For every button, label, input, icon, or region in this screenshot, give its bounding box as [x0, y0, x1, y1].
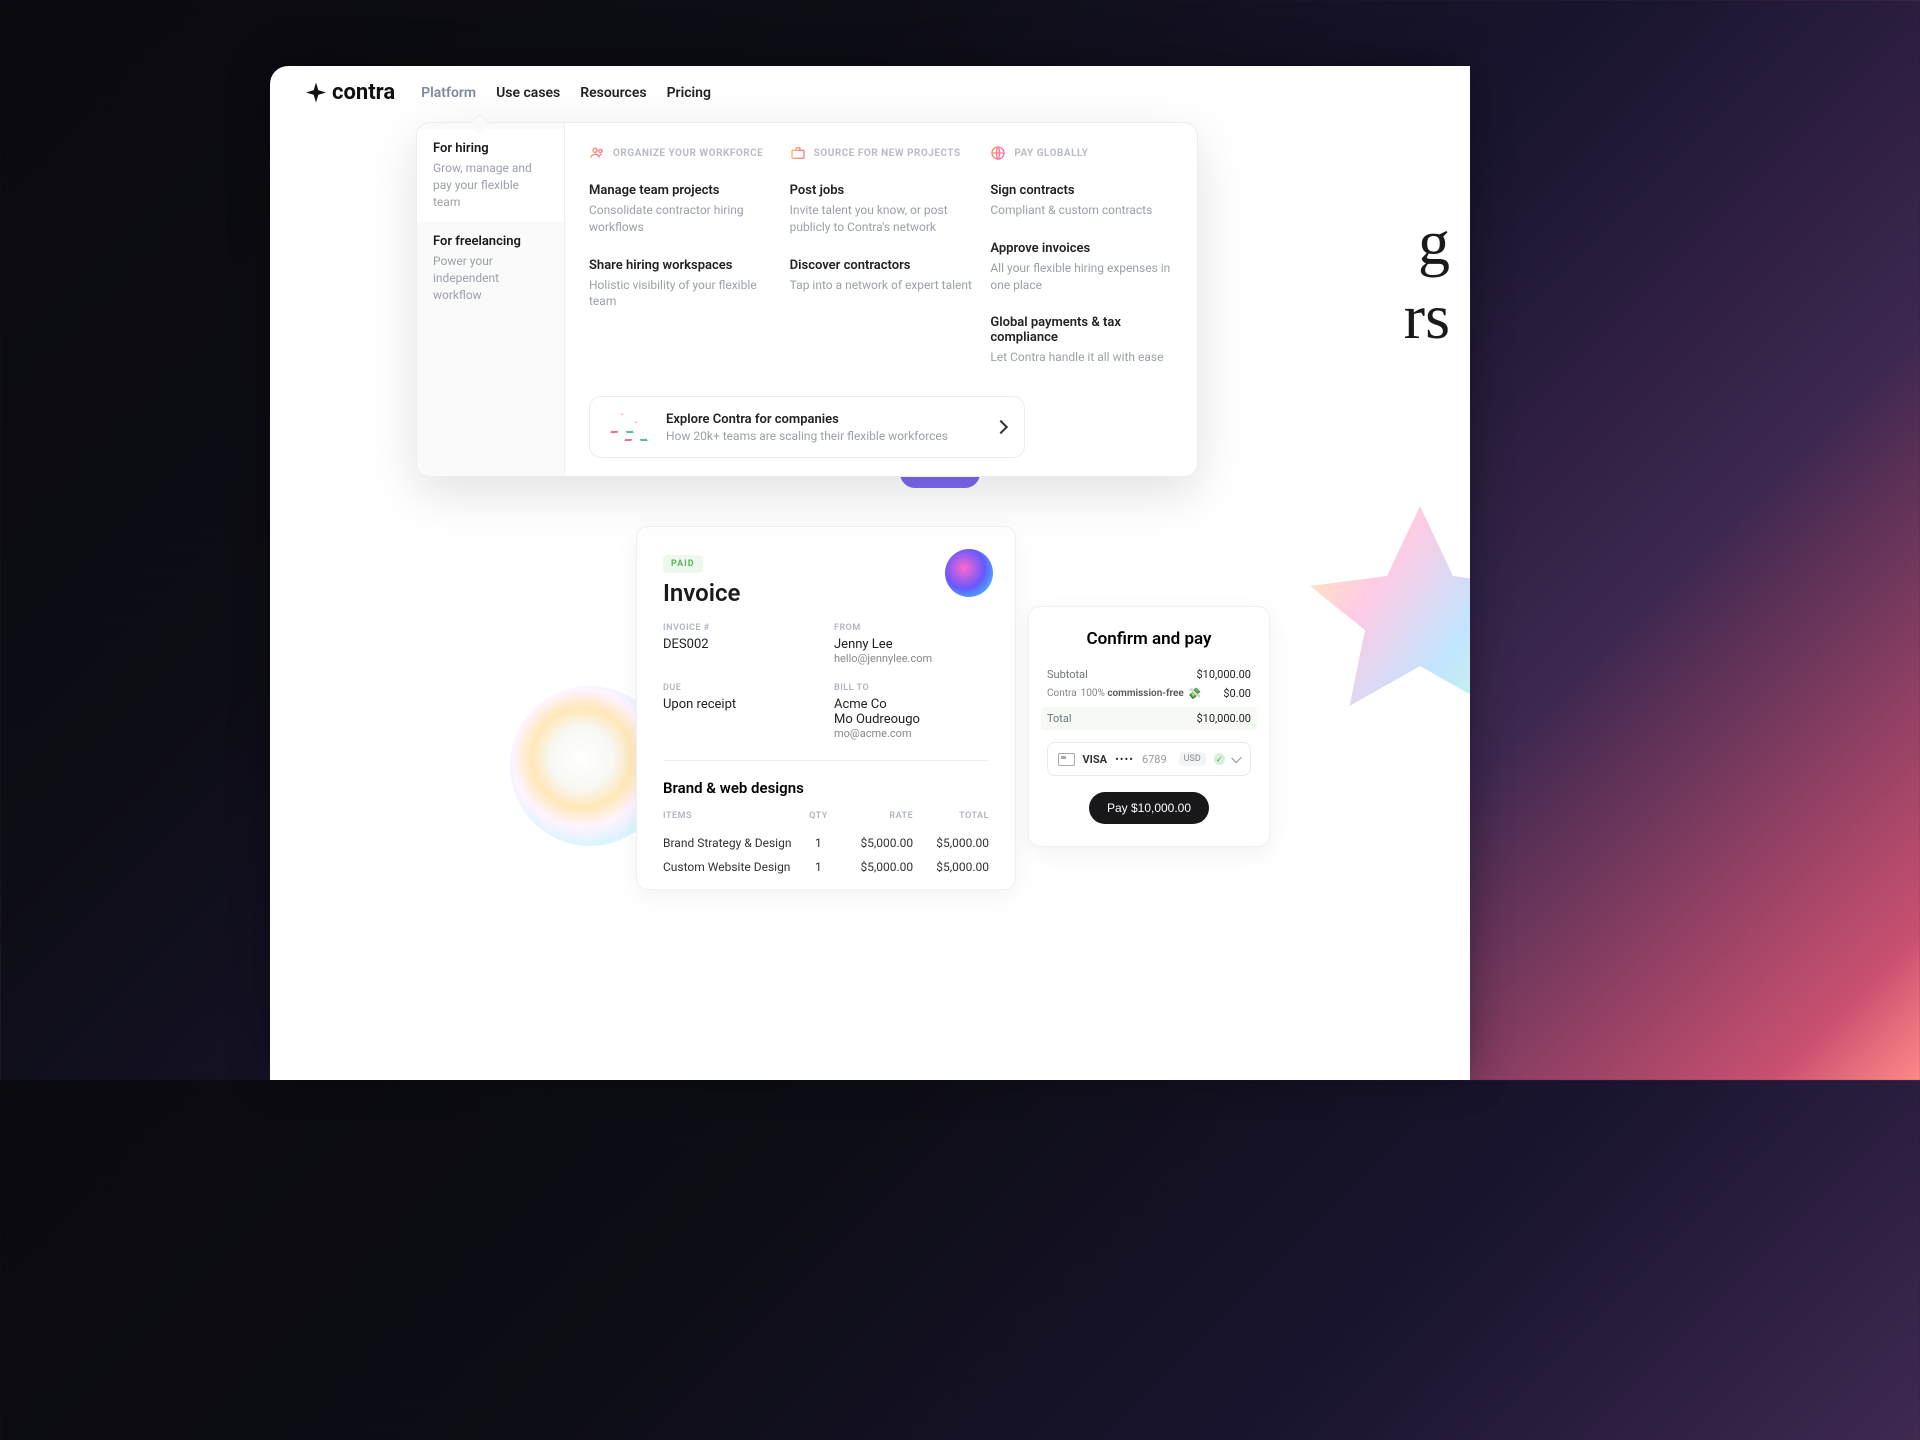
- megamenu-tab-freelancing[interactable]: For freelancing Power your independent w…: [417, 222, 564, 315]
- invoice-due-label: DUE: [663, 683, 818, 693]
- status-badge: PAID: [663, 555, 703, 573]
- card-brand: VISA: [1083, 753, 1108, 766]
- credit-card-icon: [1058, 753, 1075, 766]
- megamenu-link-discover-contractors[interactable]: Discover contractors Tap into a network …: [790, 258, 973, 294]
- megamenu-tab-title: For hiring: [433, 141, 548, 156]
- megamenu-footer-explore[interactable]: Explore Contra for companies How 20k+ te…: [589, 396, 1025, 458]
- subtotal-value: $10,000.00: [1196, 668, 1251, 681]
- invoice-from-name: Jenny Lee: [834, 637, 989, 652]
- megamenu-link-share-workspaces[interactable]: Share hiring workspaces Holistic visibil…: [589, 258, 772, 311]
- nav-resources[interactable]: Resources: [580, 85, 646, 101]
- megamenu-link-sign-contracts[interactable]: Sign contracts Compliant & custom contra…: [990, 183, 1173, 219]
- megamenu-link-global-payments[interactable]: Global payments & tax compliance Let Con…: [990, 315, 1173, 366]
- logo[interactable]: contra: [306, 80, 395, 105]
- invoice-card: PAID Invoice INVOICE # DES002 FROM Jenny…: [636, 526, 1016, 890]
- briefcase-icon: [790, 145, 806, 161]
- megamenu-col-header: SOURCE FOR NEW PROJECTS: [814, 148, 961, 159]
- divider: [663, 760, 989, 761]
- logo-text: contra: [332, 80, 395, 105]
- invoice-billto-label: BILL TO: [834, 683, 989, 693]
- team-icon: [589, 145, 605, 161]
- invoice-number: DES002: [663, 637, 818, 652]
- invoice-billto-company: Acme Co: [834, 697, 989, 712]
- invoice-title: Invoice: [663, 579, 989, 607]
- decoration-star: [1310, 506, 1470, 706]
- megamenu-tab-hiring[interactable]: For hiring Grow, manage and pay your fle…: [417, 129, 564, 222]
- invoice-table-header: ITEMS QTY RATE TOTAL: [663, 811, 989, 821]
- globe-icon: [990, 145, 1006, 161]
- megamenu-col-header: ORGANIZE YOUR WORKFORCE: [613, 148, 763, 159]
- megamenu-tab-subtitle: Power your independent workflow: [433, 253, 548, 303]
- invoice-from-label: FROM: [834, 623, 989, 633]
- megamenu-sidebar: For hiring Grow, manage and pay your fle…: [417, 123, 565, 476]
- invoice-number-label: INVOICE #: [663, 623, 818, 633]
- megamenu-tab-title: For freelancing: [433, 234, 548, 249]
- table-row: Brand Strategy & Design 1 $5,000.00 $5,0…: [663, 831, 989, 855]
- invoice-section-title: Brand & web designs: [663, 779, 989, 797]
- hero-headline: g rs: [1404, 206, 1450, 353]
- chevron-right-icon: [994, 420, 1008, 434]
- payment-card: Confirm and pay Subtotal $10,000.00 Cont…: [1028, 606, 1270, 847]
- main-nav: Platform Use cases Resources Pricing: [421, 85, 711, 101]
- nav-use-cases[interactable]: Use cases: [496, 85, 560, 101]
- card-last4: 6789: [1142, 753, 1167, 766]
- invoice-billto-email: mo@acme.com: [834, 727, 989, 740]
- money-emoji-icon: 💸: [1188, 687, 1202, 700]
- card-masked: ••••: [1115, 753, 1134, 766]
- platform-megamenu: For hiring Grow, manage and pay your fle…: [416, 122, 1198, 477]
- fee-label: Contra 100% commission-free 💸: [1047, 687, 1201, 700]
- megamenu-link-post-jobs[interactable]: Post jobs Invite talent you know, or pos…: [790, 183, 973, 236]
- chevron-down-icon: [1231, 752, 1242, 763]
- nav-pricing[interactable]: Pricing: [667, 85, 711, 101]
- avatar: [945, 549, 993, 597]
- verified-icon: ✓: [1214, 753, 1225, 765]
- total-label: Total: [1047, 712, 1072, 725]
- invoice-billto-name: Mo Oudreougo: [834, 712, 989, 727]
- site-header: contra Platform Use cases Resources Pric…: [270, 66, 1470, 119]
- fee-value: $0.00: [1223, 687, 1251, 700]
- invoice-from-email: hello@jennylee.com: [834, 652, 989, 665]
- payment-title: Confirm and pay: [1047, 629, 1251, 649]
- total-value: $10,000.00: [1196, 712, 1251, 725]
- megamenu-content: ORGANIZE YOUR WORKFORCE Manage team proj…: [565, 123, 1197, 476]
- megamenu-link-manage-projects[interactable]: Manage team projects Consolidate contrac…: [589, 183, 772, 236]
- table-row: Custom Website Design 1 $5,000.00 $5,000…: [663, 855, 989, 879]
- nav-platform[interactable]: Platform: [421, 85, 476, 101]
- pay-button[interactable]: Pay $10,000.00: [1089, 792, 1209, 824]
- arrows-icon: [608, 409, 652, 445]
- subtotal-label: Subtotal: [1047, 668, 1088, 681]
- logo-icon: [306, 83, 326, 103]
- megamenu-col-header: PAY GLOBALLY: [1014, 148, 1088, 159]
- payment-method-selector[interactable]: VISA •••• 6789 USD ✓: [1047, 742, 1251, 776]
- currency-badge: USD: [1179, 752, 1206, 766]
- megamenu-link-approve-invoices[interactable]: Approve invoices All your flexible hirin…: [990, 241, 1173, 294]
- invoice-due: Upon receipt: [663, 697, 818, 712]
- megamenu-tab-subtitle: Grow, manage and pay your flexible team: [433, 160, 548, 210]
